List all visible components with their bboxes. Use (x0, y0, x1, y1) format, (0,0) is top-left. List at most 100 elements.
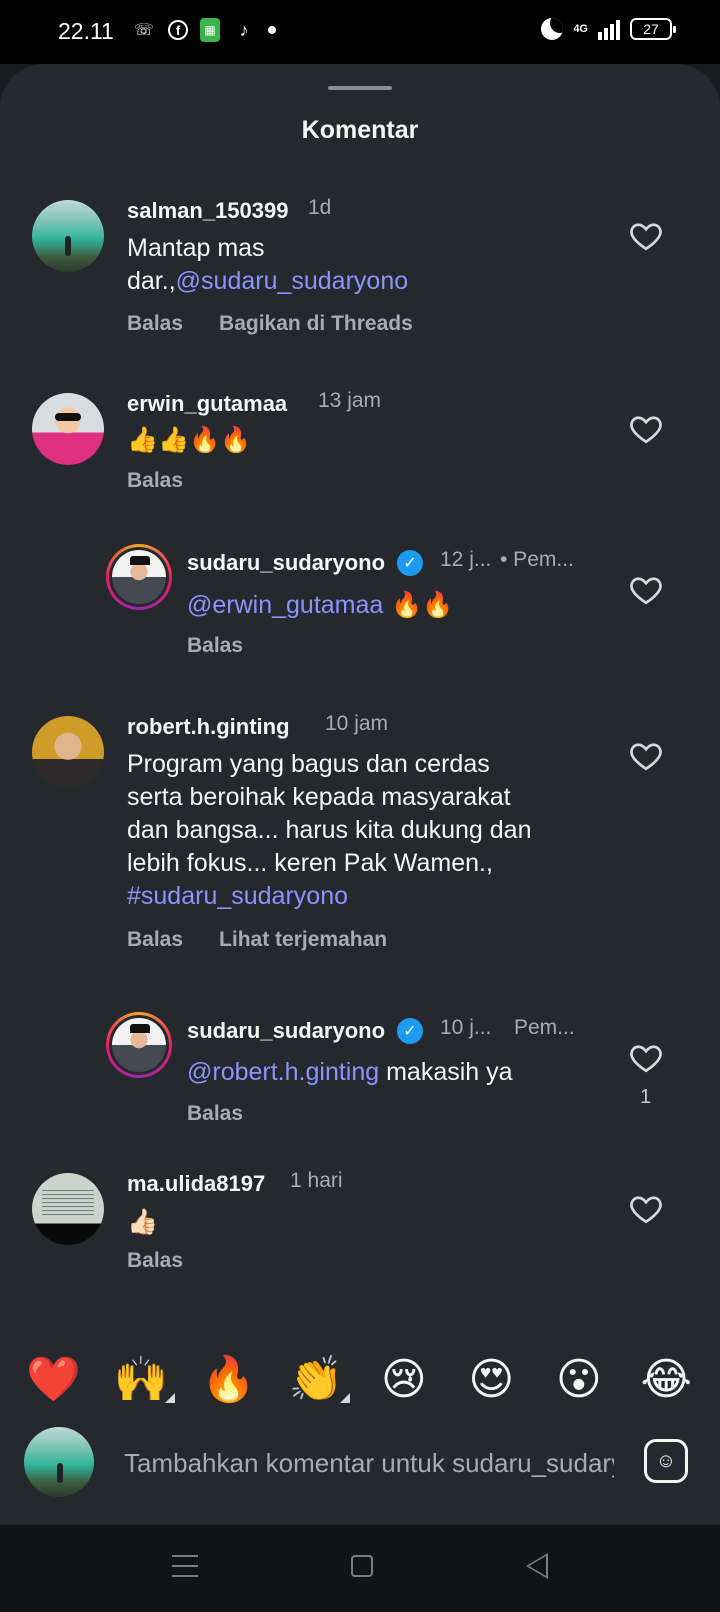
system-nav-bar (0, 1525, 720, 1612)
mention-link[interactable]: @sudaru_sudaryono (176, 267, 408, 295)
signal-icon (598, 18, 620, 40)
like-count: 1 (640, 1086, 652, 1108)
story-ring[interactable] (106, 544, 172, 610)
heart-icon[interactable] (628, 572, 664, 608)
comment-item: salman_150399 1d Mantap mas dar.,@sudaru… (0, 196, 720, 346)
reaction-cry-button[interactable]: 😢 (374, 1354, 434, 1405)
comment-text-line: dar., (127, 267, 176, 295)
comment-actions: Balas (127, 469, 183, 493)
status-time: 22.11 (58, 18, 114, 44)
recents-icon[interactable] (172, 1555, 198, 1577)
comment-time: 10 jam (325, 712, 389, 735)
moon-icon (541, 18, 564, 40)
comment-composer: ☺ (0, 1423, 720, 1525)
avatar (112, 1018, 166, 1072)
reaction-heart-button[interactable]: ❤️ (24, 1353, 84, 1405)
status-bar: 22.11 ☏ f ▦ ♪ 4G 27 (0, 0, 720, 64)
app-icon: ▦ (200, 18, 220, 42)
mention-link[interactable]: @erwin_gutamaa (187, 591, 383, 619)
avatar (112, 550, 166, 604)
comment-actions: Balas Bagikan di Threads (127, 312, 413, 336)
comment-username[interactable]: sudaru_sudaryono (187, 1018, 385, 1044)
author-badge: Pem... (514, 1016, 575, 1039)
comment-text-line: lebih fokus... keren Pak Wamen., (127, 849, 493, 877)
heart-icon[interactable] (628, 738, 664, 774)
reaction-heart-eyes-button[interactable]: 😍 (461, 1354, 521, 1405)
avatar[interactable] (32, 393, 104, 465)
home-icon[interactable] (351, 1555, 373, 1577)
own-avatar (24, 1427, 94, 1497)
avatar[interactable] (32, 200, 104, 272)
reply-button[interactable]: Balas (127, 928, 183, 952)
verified-badge-icon: ✓ (397, 550, 423, 576)
heart-icon[interactable] (628, 1040, 664, 1076)
comment-text-line: Program yang bagus dan cerdas (127, 750, 490, 778)
share-threads-button[interactable]: Bagikan di Threads (219, 312, 413, 336)
dot-icon (268, 26, 276, 34)
comment-username[interactable]: sudaru_sudaryono (187, 550, 385, 576)
comment-input[interactable] (124, 1443, 614, 1483)
reply-button[interactable]: Balas (187, 1102, 243, 1126)
author-badge: • Pem... (500, 548, 574, 571)
tiktok-icon: ♪ (239, 19, 249, 40)
comment-item: erwin_gutamaa 13 jam 👍👍🔥🔥 Balas (0, 389, 720, 499)
comment-text: Mantap mas dar.,@sudaru_sudaryono (127, 232, 408, 298)
sticker-icon[interactable]: ☺ (644, 1439, 688, 1483)
comment-text: @robert.h.ginting makasih ya (187, 1056, 513, 1089)
whatsapp-icon: ☏ (133, 22, 154, 39)
network-type: 4G (573, 22, 588, 35)
avatar[interactable] (32, 1173, 104, 1245)
comment-username[interactable]: erwin_gutamaa (127, 391, 287, 417)
comment-actions: Balas (187, 634, 243, 658)
quick-reactions-bar: ❤️ 🙌 🔥 👏 😢 😍 😮 😂 (0, 1335, 720, 1423)
comments-sheet: Komentar salman_150399 1d Mantap mas dar… (0, 64, 720, 1524)
comment-text-line: Mantap mas (127, 234, 265, 262)
comment-item: ma.ulida8197 1 hari 👍🏻 Balas (0, 1169, 720, 1279)
back-icon[interactable] (526, 1553, 548, 1579)
comment-time: 10 j... (440, 1016, 492, 1039)
reply-button[interactable]: Balas (127, 469, 183, 493)
reply-item: sudaru_sudaryono ✓ 12 j... • Pem... @erw… (0, 544, 720, 664)
avatar[interactable] (32, 716, 104, 788)
story-ring[interactable] (106, 1012, 172, 1078)
heart-icon[interactable] (628, 218, 664, 254)
comment-actions: Balas Lihat terjemahan (127, 928, 387, 952)
heart-icon[interactable] (628, 411, 664, 447)
comment-text-line: serta beroihak kepada masyarakat (127, 783, 511, 811)
sheet-grabber[interactable] (328, 86, 392, 90)
comment-username[interactable]: salman_150399 (127, 198, 288, 224)
battery-icon: 27 (630, 18, 676, 40)
comment-text: 👍👍🔥🔥 (127, 425, 252, 454)
reaction-laugh-button[interactable]: 😂 (636, 1354, 696, 1405)
comment-actions: Balas (187, 1102, 243, 1126)
comment-actions: Balas (127, 1249, 183, 1273)
hashtag-link[interactable]: #sudaru_sudaryono (127, 882, 348, 910)
comment-time: 13 jam (318, 389, 382, 412)
facebook-icon: f (168, 20, 188, 40)
comment-username[interactable]: ma.ulida8197 (127, 1171, 265, 1197)
reply-button[interactable]: Balas (127, 1249, 183, 1273)
mention-link[interactable]: @robert.h.ginting (187, 1058, 379, 1086)
reaction-surprised-button[interactable]: 😮 (549, 1354, 609, 1405)
comment-item: robert.h.ginting 10 jam Program yang bag… (0, 712, 720, 962)
system-icons: 4G 27 (541, 18, 676, 40)
comment-time: 1 hari (290, 1169, 343, 1192)
heart-icon[interactable] (628, 1191, 664, 1227)
comment-username[interactable]: robert.h.ginting (127, 714, 290, 740)
reaction-fire-button[interactable]: 🔥 (199, 1353, 259, 1405)
comment-time: 1d (308, 196, 332, 219)
notification-icons: ☏ f ▦ ♪ (132, 18, 276, 42)
reaction-clap-button[interactable]: 👏 (286, 1353, 351, 1405)
reply-button[interactable]: Balas (127, 312, 183, 336)
comment-text: 👍🏻 (127, 1207, 159, 1236)
reply-button[interactable]: Balas (187, 634, 243, 658)
comment-text-body: makasih ya (379, 1058, 513, 1086)
comment-text-line: dan bangsa... harus kita dukung dan (127, 816, 532, 844)
comment-text: @erwin_gutamaa 🔥🔥 (187, 588, 454, 622)
reaction-raised-hands-button[interactable]: 🙌 (111, 1353, 176, 1405)
comment-time: 12 j... (440, 548, 492, 571)
comment-text-body: 🔥🔥 (383, 590, 454, 619)
see-translation-button[interactable]: Lihat terjemahan (219, 928, 387, 952)
verified-badge-icon: ✓ (397, 1018, 423, 1044)
sheet-title: Komentar (301, 116, 419, 144)
